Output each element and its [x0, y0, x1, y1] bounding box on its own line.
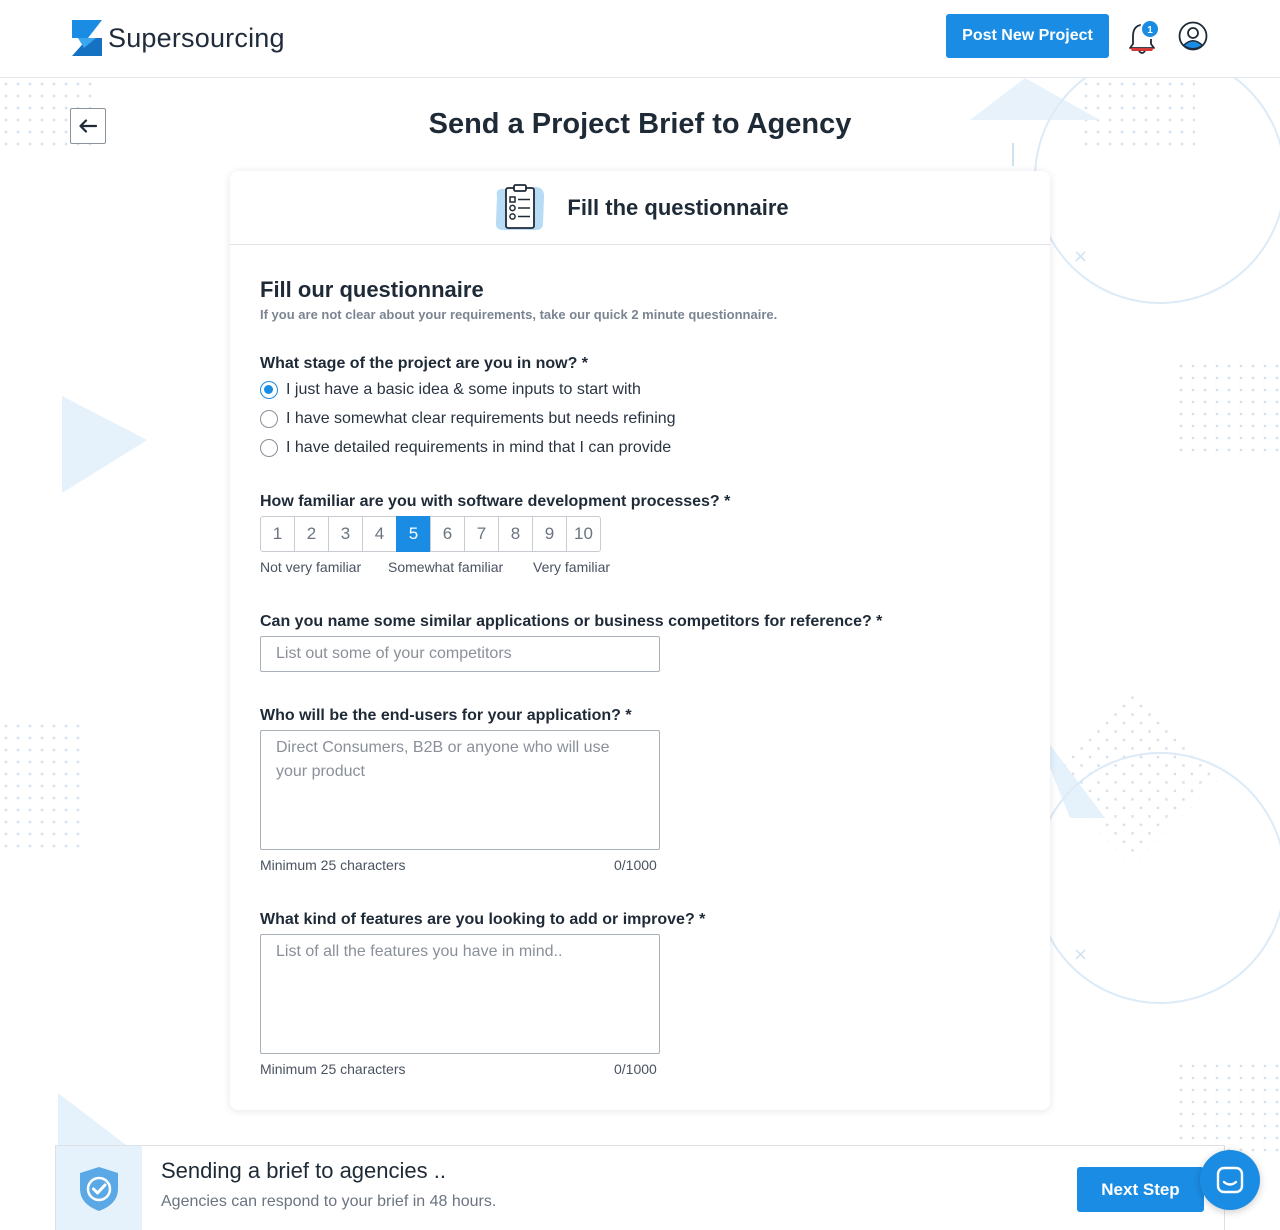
- familiarity-question-label: How familiar are you with software devel…: [260, 493, 731, 510]
- svg-text:×: ×: [1073, 944, 1088, 965]
- familiarity-scale: 1 2 3 4 5 6 7 8 9 10: [260, 516, 601, 552]
- status-title: Sending a brief to agencies ..: [161, 1158, 446, 1183]
- scale-option-selected[interactable]: 5: [396, 516, 431, 552]
- background-dots: [1175, 360, 1280, 460]
- section-subtitle: If you are not clear about your requirem…: [260, 307, 778, 322]
- radio-button[interactable]: [260, 439, 278, 457]
- stage-option-label: I have somewhat clear requirements but n…: [286, 410, 676, 427]
- stage-option-label: I have detailed requirements in mind tha…: [286, 439, 672, 456]
- chat-icon: [1216, 1166, 1244, 1194]
- scale-option[interactable]: 9: [532, 516, 567, 552]
- brand-name: Supersourcing: [108, 22, 285, 53]
- scale-label-high: Very familiar: [533, 559, 611, 575]
- scale-option[interactable]: 7: [464, 516, 499, 552]
- radio-button[interactable]: [260, 410, 278, 428]
- background-dots: [1175, 1060, 1280, 1155]
- features-question-label: What kind of features are you looking to…: [260, 911, 706, 928]
- bottom-status-bar: Sending a brief to agencies .. Agencies …: [55, 1145, 1225, 1230]
- end-users-question-label: Who will be the end-users for your appli…: [260, 707, 632, 724]
- brand-logo[interactable]: Supersourcing: [70, 18, 285, 58]
- next-step-button[interactable]: Next Step: [1077, 1167, 1204, 1212]
- user-avatar-icon[interactable]: [1178, 21, 1208, 51]
- scale-option[interactable]: 2: [294, 516, 329, 552]
- stage-option[interactable]: I have detailed requirements in mind tha…: [260, 439, 671, 457]
- page-title: Send a Project Brief to Agency: [428, 108, 852, 140]
- clipboard-checklist-icon: [496, 183, 545, 230]
- competitors-input[interactable]: [260, 636, 660, 672]
- shield-container: [56, 1146, 142, 1230]
- scale-option[interactable]: 1: [260, 516, 295, 552]
- radio-button-selected[interactable]: [260, 381, 278, 399]
- features-char-counter: 0/1000: [614, 1061, 657, 1077]
- stage-option[interactable]: I just have a basic idea & some inputs t…: [260, 381, 641, 399]
- competitors-question-label: Can you name some similar applications o…: [260, 613, 883, 630]
- scale-option[interactable]: 3: [328, 516, 363, 552]
- shield-check-icon: [80, 1166, 118, 1211]
- stage-question-label: What stage of the project are you in now…: [260, 355, 589, 372]
- stage-option-label: I just have a basic idea & some inputs t…: [286, 381, 641, 398]
- card-header: Fill the questionnaire: [230, 171, 1050, 245]
- scale-label-low: Not very familiar: [260, 559, 362, 575]
- top-header: Supersourcing Post New Project 1: [0, 0, 1280, 78]
- features-min-hint: Minimum 25 characters: [260, 1061, 406, 1077]
- scale-option[interactable]: 6: [430, 516, 465, 552]
- end-users-min-hint: Minimum 25 characters: [260, 857, 406, 873]
- end-users-char-counter: 0/1000: [614, 857, 657, 873]
- end-users-textarea[interactable]: [260, 730, 660, 850]
- section-title: Fill our questionnaire: [260, 277, 484, 302]
- status-subtitle: Agencies can respond to your brief in 48…: [161, 1193, 497, 1210]
- card-header-title: Fill the questionnaire: [567, 194, 789, 220]
- stage-option[interactable]: I have somewhat clear requirements but n…: [260, 410, 676, 428]
- chat-widget-button[interactable]: [1200, 1150, 1260, 1210]
- scale-option[interactable]: 4: [362, 516, 397, 552]
- background-dots: [0, 720, 80, 850]
- svg-text:×: ×: [1073, 246, 1088, 267]
- notification-count-badge: 1: [1140, 19, 1160, 39]
- scale-option[interactable]: 8: [498, 516, 533, 552]
- supersourcing-logo-icon: [72, 20, 102, 56]
- scale-label-mid: Somewhat familiar: [388, 559, 504, 575]
- background-dots: [1044, 689, 1221, 866]
- features-textarea[interactable]: [260, 934, 660, 1054]
- post-new-project-button[interactable]: Post New Project: [946, 14, 1109, 58]
- questionnaire-card: Fill the questionnaire Fill our question…: [230, 171, 1050, 1110]
- scale-option[interactable]: 10: [566, 516, 601, 552]
